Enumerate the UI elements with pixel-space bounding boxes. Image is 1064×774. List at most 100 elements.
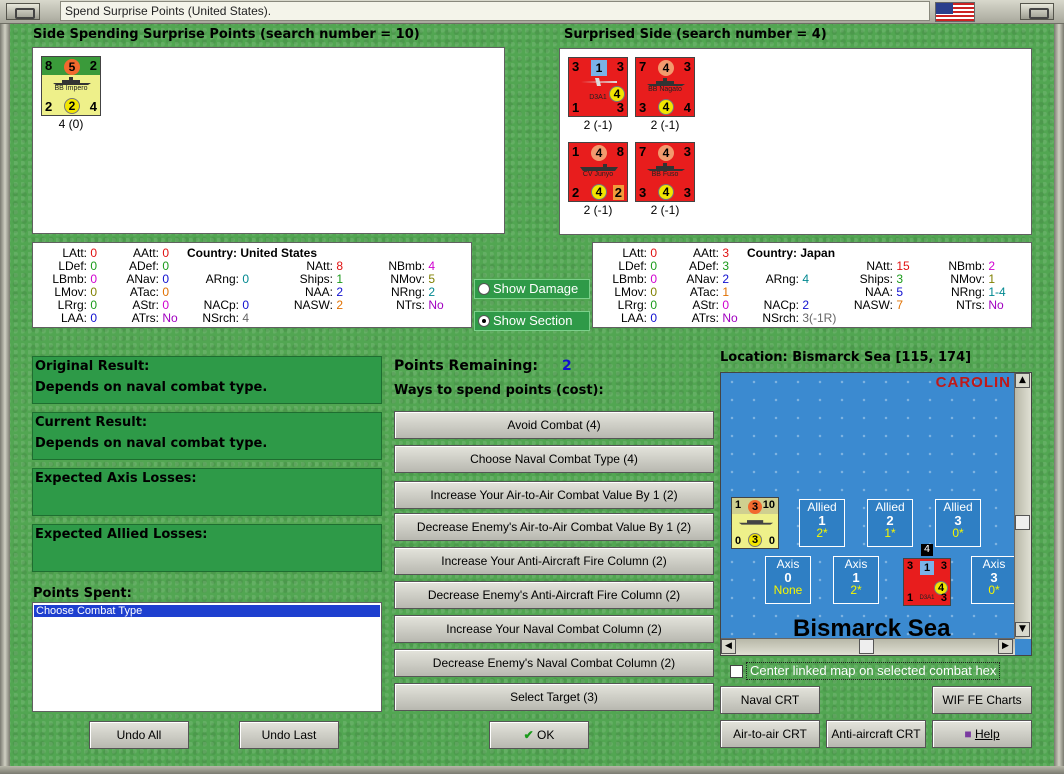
show-section-label: Show Section [493, 313, 573, 328]
show-section-radio[interactable]: Show Section [474, 311, 590, 331]
expected-allied-losses-label: Expected Allied Losses: [35, 527, 208, 542]
unit-search: 4 [658, 99, 674, 115]
unit-search: 2 [64, 98, 80, 114]
unit-attack: 7 [639, 59, 647, 74]
stat-aatt: 0 [162, 246, 170, 260]
decrease-enemy-anti-aircraft-button[interactable]: Decrease Enemy's Anti-Aircraft Fire Colu… [394, 581, 714, 609]
stat-nasw: 2 [336, 298, 344, 312]
minimize-button[interactable] [6, 3, 40, 20]
allied-slot-2[interactable]: Allied 2 1* [867, 499, 913, 547]
stat-ships: 1 [336, 272, 344, 286]
map-unit-axis-d3a1[interactable]: 3 1 3 D3A1 1 4 3 [903, 558, 951, 606]
combat-map[interactable]: CAROLIN 1 3 10 0 3 0 Allied 1 2* Allied … [720, 372, 1032, 656]
stat-latt: 0 [90, 246, 98, 260]
stat-anav: 2 [722, 272, 730, 286]
stat-ntrs: No [428, 298, 444, 312]
axis-slot-0[interactable]: Axis 0 None [765, 556, 811, 604]
unit-search: 4 [658, 184, 674, 200]
choose-naval-combat-type-button[interactable]: Choose Naval Combat Type (4) [394, 445, 714, 473]
increase-anti-aircraft-button[interactable]: Increase Your Anti-Aircraft Fire Column … [394, 547, 714, 575]
increase-naval-combat-button[interactable]: Increase Your Naval Combat Column (2) [394, 615, 714, 643]
scroll-thumb[interactable] [859, 639, 874, 654]
scroll-thumb[interactable] [1015, 515, 1030, 530]
unit-attack: 3 [572, 59, 580, 74]
stat-natt: 15 [896, 259, 910, 273]
battleship-icon [647, 78, 685, 86]
map-unit-allied[interactable]: 1 3 10 0 3 0 [731, 497, 779, 549]
unit-attack: 1 [572, 144, 580, 159]
stat-lrrg: 0 [90, 298, 98, 312]
expected-allied-losses-box: Expected Allied Losses: [32, 524, 382, 572]
stat-ships: 3 [896, 272, 904, 286]
unit-move: 2 [45, 99, 53, 114]
stat-lrrg: 0 [650, 298, 658, 312]
allied-slot-1[interactable]: Allied 1 2* [799, 499, 845, 547]
aircraft-icon [581, 78, 617, 86]
center-map-label[interactable]: Center linked map on selected combat hex [746, 662, 1001, 680]
close-button[interactable] [1020, 3, 1054, 20]
allied-slot-3[interactable]: Allied 3 0* [935, 499, 981, 547]
unit-counter-bb-fuso[interactable]: 7 4 3 BB Fuso 3 4 3 [635, 142, 695, 202]
increase-air-to-air-button[interactable]: Increase Your Air-to-Air Combat Value By… [394, 481, 714, 509]
unit-caption: 2 (-1) [650, 118, 680, 132]
stack-count: 4 [921, 544, 933, 556]
stat-nmov: 5 [428, 272, 436, 286]
axis-slot-1[interactable]: Axis 1 2* [833, 556, 879, 604]
show-damage-radio[interactable]: Show Damage [474, 279, 590, 299]
checkmark-icon: ✔ [523, 728, 534, 742]
decrease-enemy-air-to-air-button[interactable]: Decrease Enemy's Air-to-Air Combat Value… [394, 513, 714, 541]
surprised-side-panel: 3 1 3 D3A1 1 4 3 2 (-1) 7 4 3 BB Nagato … [559, 48, 1032, 235]
unit-caption: 2 (-1) [650, 203, 680, 217]
ok-button[interactable]: ✔ OK [489, 721, 589, 749]
anti-aircraft-crt-button[interactable]: Anti-aircraft CRT [826, 720, 926, 748]
map-sea[interactable]: CAROLIN 1 3 10 0 3 0 Allied 1 2* Allied … [721, 373, 1017, 642]
unit-name: BB Fuso [651, 171, 679, 178]
naval-crt-button[interactable]: Naval CRT [720, 686, 820, 714]
points-remaining-value: 2 [562, 358, 572, 374]
axis-slot-3[interactable]: Axis 3 0* [971, 556, 1017, 604]
undo-last-button[interactable]: Undo Last [239, 721, 339, 749]
unit-counter-bb-nagato[interactable]: 7 4 3 BB Nagato 3 4 4 [635, 57, 695, 117]
select-target-button[interactable]: Select Target (3) [394, 683, 714, 711]
radio-icon [478, 283, 490, 295]
air-to-air-crt-button[interactable]: Air-to-air CRT [720, 720, 820, 748]
current-result-box: Current Result: Depends on naval combat … [32, 412, 382, 460]
undo-all-button[interactable]: Undo All [89, 721, 189, 749]
center-map-checkbox[interactable] [730, 665, 743, 678]
map-horizontal-scrollbar[interactable]: ◀ ▶ [721, 638, 1015, 655]
stat-nbmb: 4 [428, 259, 436, 273]
scroll-left-icon[interactable]: ◀ [721, 639, 736, 654]
avoid-combat-button[interactable]: Avoid Combat (4) [394, 411, 714, 439]
stat-ldef: 0 [90, 259, 98, 273]
scroll-up-icon[interactable]: ▲ [1015, 373, 1030, 388]
unit-range: 0 [768, 535, 775, 547]
unit-attack: 3 [907, 560, 914, 572]
points-spent-list[interactable]: Choose Combat Type [32, 602, 382, 712]
location-label: Location: Bismarck Sea [115, 174] [720, 350, 972, 365]
decrease-enemy-naval-combat-button[interactable]: Decrease Enemy's Naval Combat Column (2) [394, 649, 714, 677]
wif-fe-charts-button[interactable]: WIF FE Charts [932, 686, 1032, 714]
stat-astr: 0 [722, 298, 730, 312]
unit-counter-cv-junyo[interactable]: 1 4 8 CV Junyo 2 4 2 [568, 142, 628, 202]
stat-nmov: 1 [988, 272, 996, 286]
scroll-right-icon[interactable]: ▶ [998, 639, 1013, 654]
unit-counter-bb-impero[interactable]: 8 5 2 BB Impero 2 2 4 [41, 56, 101, 116]
map-vertical-scrollbar[interactable]: ▲ ▼ [1014, 373, 1031, 639]
stat-naa: 5 [896, 285, 904, 299]
unit-search: 3 [748, 533, 762, 547]
list-item[interactable]: Choose Combat Type [34, 605, 380, 617]
scroll-down-icon[interactable]: ▼ [1015, 622, 1030, 637]
stats-panel-japan: LAtt: 0 LDef: 0 LBmb: 0 LMov: 0 LRrg: 0 … [592, 242, 1032, 328]
unit-move: 1 [907, 592, 914, 604]
unit-counter-d3a1[interactable]: 3 1 3 D3A1 1 4 3 [568, 57, 628, 117]
spending-side-panel: 8 5 2 BB Impero 2 2 4 4 (0) [32, 47, 505, 234]
stat-aatt: 3 [722, 246, 730, 260]
help-button[interactable]: ■ Help [932, 720, 1032, 748]
unit-range: 3 [616, 100, 624, 115]
ship-icon [738, 520, 774, 525]
map-region-label: CAROLIN [935, 374, 1011, 391]
unit-defense: 4 [658, 60, 674, 76]
unit-move: 2 [572, 185, 580, 200]
unit-defense: 3 [748, 500, 762, 514]
stat-ldef: 0 [650, 259, 658, 273]
